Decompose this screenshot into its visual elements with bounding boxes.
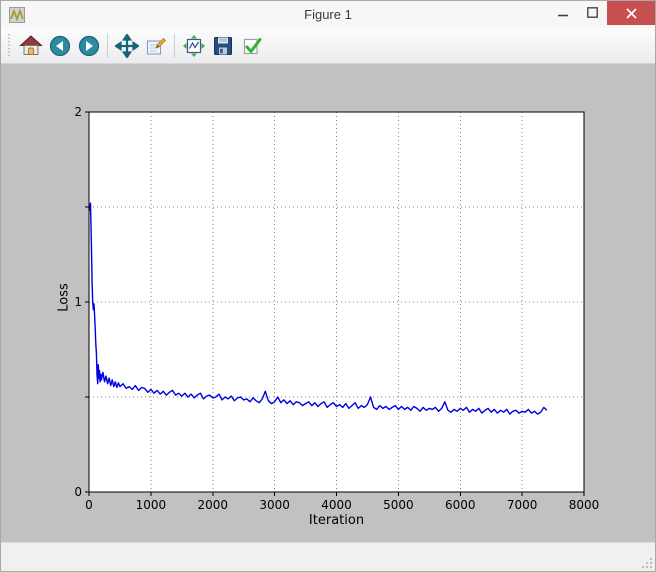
- close-icon: [626, 8, 637, 19]
- x-tick-label: 6000: [445, 498, 476, 512]
- x-tick-label: 7000: [507, 498, 538, 512]
- toolbar-separator: [107, 34, 108, 58]
- resize-grip-icon[interactable]: [641, 557, 653, 569]
- maximize-button[interactable]: [578, 1, 607, 24]
- minimize-button[interactable]: [549, 1, 578, 24]
- save-button[interactable]: [208, 31, 237, 60]
- y-axis-label: Loss: [57, 278, 72, 318]
- back-icon: [48, 34, 72, 58]
- customize-button[interactable]: [237, 31, 266, 60]
- toolbar-separator: [174, 34, 175, 58]
- x-tick-label: 2000: [197, 498, 228, 512]
- forward-button[interactable]: [74, 31, 103, 60]
- navigation-toolbar: [1, 28, 655, 64]
- customize-icon: [240, 34, 264, 58]
- x-tick-label: 8000: [569, 498, 600, 512]
- configure-subplots-icon: [182, 34, 206, 58]
- figure-canvas[interactable]: 0 1000 2000 3000 4000 5000 6000 7000 8000 0 1 2 Ite…: [1, 64, 655, 542]
- y-tick-label: 2: [74, 105, 82, 119]
- close-button[interactable]: [607, 1, 655, 25]
- x-tick-label: 3000: [259, 498, 290, 512]
- pan-button[interactable]: [112, 31, 141, 60]
- plot-area[interactable]: 0 1000 2000 3000 4000 5000 6000 7000 8000 0 1 2: [1, 64, 655, 542]
- save-icon: [211, 34, 235, 58]
- x-tick-label: 0: [85, 498, 93, 512]
- y-tick-label: 1: [74, 295, 82, 309]
- zoom-to-rect-button[interactable]: [141, 31, 170, 60]
- configure-subplots-button[interactable]: [179, 31, 208, 60]
- y-tick-label: 0: [74, 485, 82, 499]
- zoom-to-rect-icon: [144, 34, 168, 58]
- x-axis-label: Iteration: [89, 513, 584, 528]
- status-bar: [1, 542, 655, 571]
- home-icon: [19, 34, 43, 58]
- x-tick-label: 5000: [383, 498, 414, 512]
- pan-icon: [115, 34, 139, 58]
- window-controls: [549, 1, 655, 25]
- figure-window: Figure 1: [0, 0, 656, 572]
- forward-icon: [77, 34, 101, 58]
- x-tick-label: 4000: [321, 498, 352, 512]
- toolbar-grip[interactable]: [6, 33, 12, 59]
- title-bar[interactable]: Figure 1: [1, 1, 655, 28]
- x-tick-label: 1000: [136, 498, 167, 512]
- back-button[interactable]: [45, 31, 74, 60]
- home-button[interactable]: [16, 31, 45, 60]
